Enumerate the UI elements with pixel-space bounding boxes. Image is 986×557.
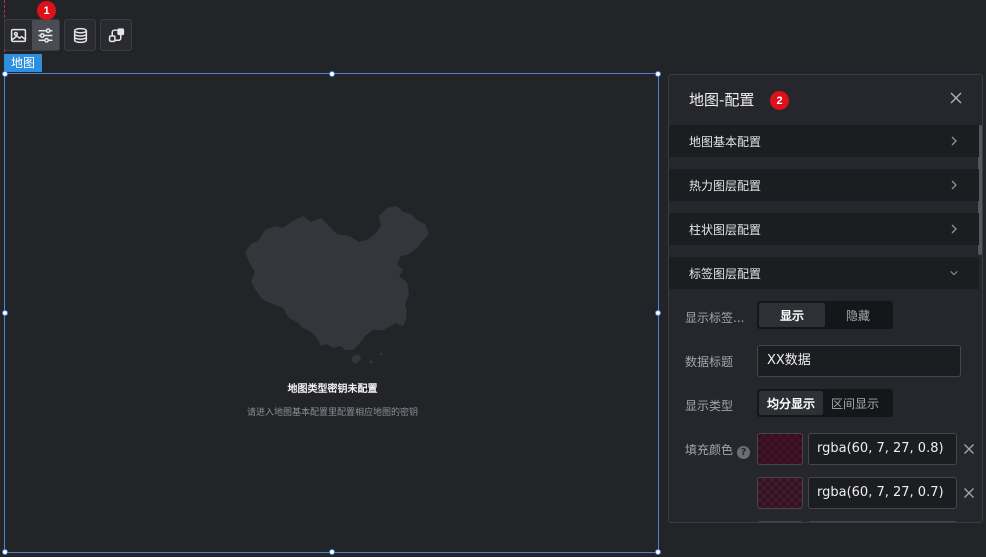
section-label-layer[interactable]: 标签图层配置 xyxy=(669,257,979,289)
section-label: 标签图层配置 xyxy=(689,266,762,281)
chevron-right-icon xyxy=(951,136,957,146)
even-display-option[interactable]: 均分显示 xyxy=(759,391,823,415)
color-swatch[interactable] xyxy=(757,433,803,465)
help-icon[interactable]: ? xyxy=(737,446,751,459)
data-title-input[interactable]: XX数据 xyxy=(757,345,961,377)
interaction-toolbar-button[interactable] xyxy=(101,20,131,50)
empty-state-title: 地图类型密钥未配置 xyxy=(287,384,378,395)
resize-handle-bottom-left[interactable] xyxy=(2,549,8,555)
chevron-right-icon xyxy=(951,224,957,234)
china-map-placeholder-icon xyxy=(245,206,429,364)
show-option[interactable]: 显示 xyxy=(759,303,825,327)
editor-toolbar xyxy=(4,19,132,51)
swatch-fill xyxy=(758,522,802,523)
chevron-down-icon xyxy=(950,270,958,276)
resize-handle-left[interactable] xyxy=(2,310,8,316)
map-widget[interactable]: 地图类型密钥未配置 请进入地图基本配置里配置相应地图的密钥 xyxy=(2,71,661,555)
section-heat-layer[interactable]: 热力图层配置 xyxy=(669,169,979,201)
color-swatch-partial[interactable] xyxy=(757,521,803,523)
swatch-fill xyxy=(758,434,802,464)
section-map-basic[interactable]: 地图基本配置 xyxy=(669,125,979,157)
config-panel: 地图-配置 2 地图基本配置 热力图层配置 柱状图层配置 标签图层配置 显示标签… xyxy=(668,74,983,523)
resize-handle-bottom-right[interactable] xyxy=(655,549,661,555)
image-toolbar-button[interactable] xyxy=(5,20,32,50)
show-label-toggle: 显示 隐藏 xyxy=(757,301,893,329)
hide-option[interactable]: 隐藏 xyxy=(825,303,891,327)
resize-handle-right[interactable] xyxy=(655,310,661,316)
database-icon xyxy=(73,27,87,43)
image-icon xyxy=(10,28,27,42)
swatch-fill xyxy=(758,478,802,508)
section-label: 柱状图层配置 xyxy=(689,222,762,237)
section-label: 热力图层配置 xyxy=(689,178,762,193)
interaction-icon xyxy=(108,27,124,42)
section-bar-layer[interactable]: 柱状图层配置 xyxy=(669,213,979,245)
range-display-option[interactable]: 区间显示 xyxy=(823,391,887,415)
data-toolbar-button[interactable] xyxy=(65,20,95,50)
empty-state-subtitle: 请进入地图基本配置里配置相应地图的密钥 xyxy=(246,408,418,418)
show-label-label: 显示标签... xyxy=(685,311,745,325)
fill-color-label-text: 填充颜色 xyxy=(685,443,734,457)
remove-color-icon[interactable] xyxy=(963,487,975,499)
data-title-label: 数据标题 xyxy=(685,355,734,369)
widget-name-tag[interactable]: 地图 xyxy=(4,54,43,72)
toolbar-group-interaction xyxy=(100,19,132,51)
section-label: 地图基本配置 xyxy=(689,134,762,149)
color-swatch[interactable] xyxy=(757,477,803,509)
display-type-label: 显示类型 xyxy=(685,399,734,413)
toolbar-group-view xyxy=(4,19,60,51)
resize-handle-top-right[interactable] xyxy=(655,71,661,77)
resize-handle-top[interactable] xyxy=(329,71,335,77)
resize-handle-bottom[interactable] xyxy=(329,549,335,555)
toolbar-group-data xyxy=(64,19,96,51)
color-value-input[interactable]: rgba(60, 7, 27, 0.7) xyxy=(808,477,957,509)
fill-color-label: 填充颜色? xyxy=(685,441,751,459)
panel-header: 地图-配置 2 xyxy=(669,75,982,125)
panel-title: 地图-配置 xyxy=(689,91,755,109)
color-value-input[interactable]: rgba(60, 7, 27, 0.8) xyxy=(808,433,957,465)
display-type-toggle: 均分显示 区间显示 xyxy=(757,389,893,417)
remove-color-icon[interactable] xyxy=(963,443,975,455)
config-toolbar-button[interactable] xyxy=(32,20,59,50)
resize-handle-top-left[interactable] xyxy=(2,71,8,77)
step-badge-1: 1 xyxy=(37,1,56,20)
color-value-input-partial[interactable] xyxy=(808,521,957,522)
step-badge-2: 2 xyxy=(770,91,789,110)
chevron-right-icon xyxy=(951,180,957,190)
sliders-icon xyxy=(38,27,53,43)
close-icon[interactable] xyxy=(949,91,963,105)
